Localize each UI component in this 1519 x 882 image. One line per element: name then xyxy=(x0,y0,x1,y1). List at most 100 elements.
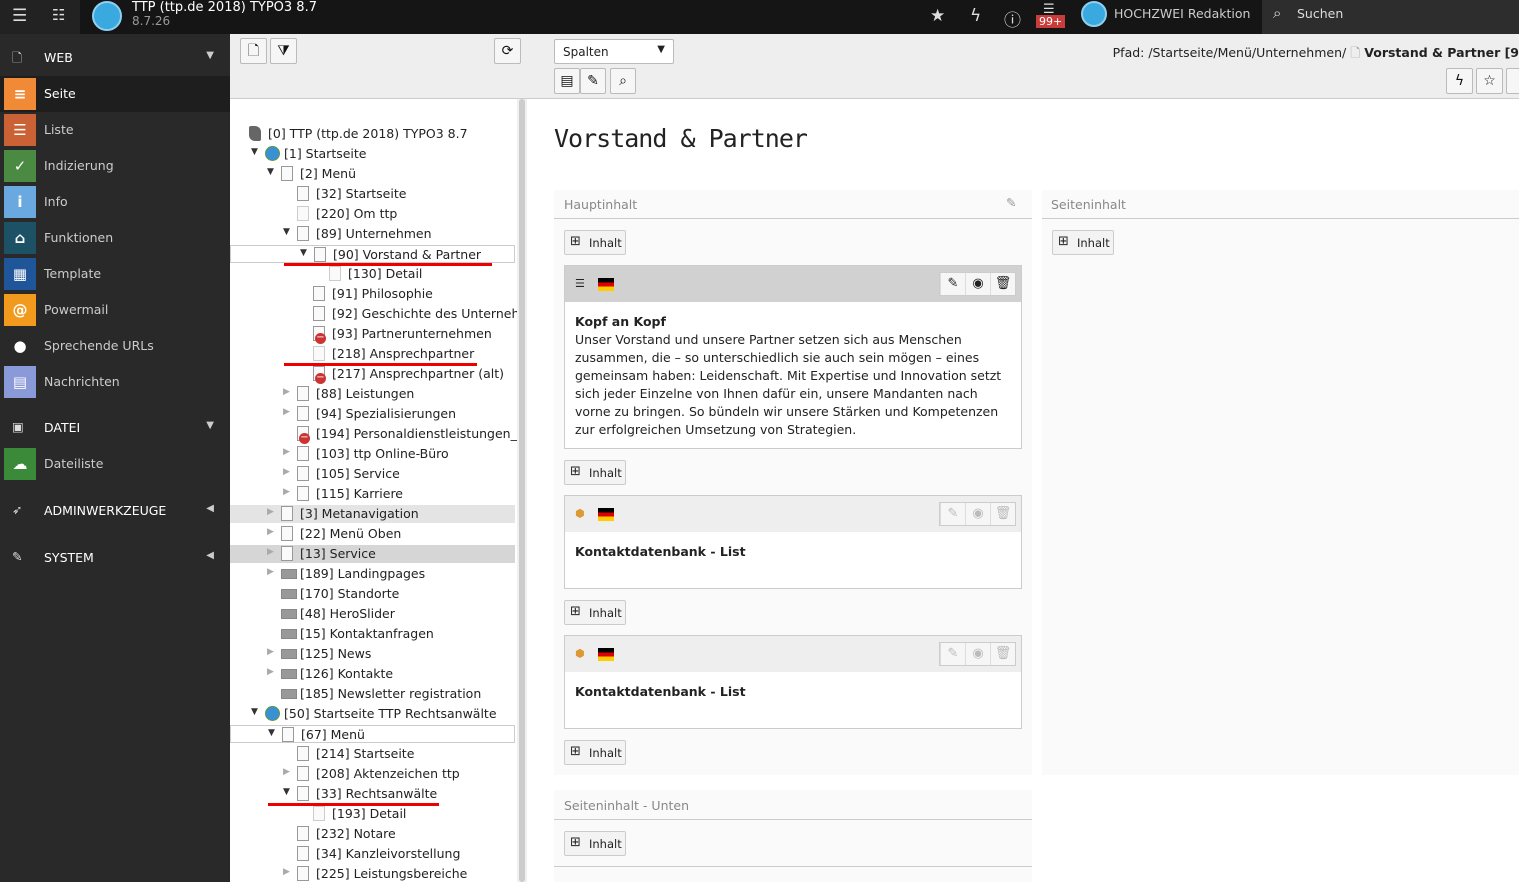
toggle-visibility-icon[interactable]: ◉ xyxy=(965,273,990,295)
tree-node[interactable]: [48] HeroSlider xyxy=(230,605,515,623)
view-page-button[interactable]: ▤ xyxy=(554,68,580,94)
tree-node[interactable]: ▶ [115] Karriere xyxy=(230,485,515,503)
expand-icon[interactable]: ▶ xyxy=(283,447,290,457)
tree-node[interactable]: [218] Ansprechpartner xyxy=(230,345,515,363)
collapse-icon[interactable]: ▼ xyxy=(283,787,290,797)
tree-node[interactable]: ▶ [3] Metanavigation xyxy=(230,505,515,523)
tree-node[interactable]: − [93] Partnerunternehmen xyxy=(230,325,515,344)
group-adminwerkzeuge[interactable]: ➶ ADMINWERKZEUGE ◀ xyxy=(0,491,230,531)
tree-node[interactable]: [193] Detail xyxy=(230,805,515,823)
help-icon[interactable]: ⓘ xyxy=(1004,6,1021,31)
shortcut-button[interactable]: ϟ xyxy=(1446,68,1473,94)
delete-icon[interactable]: 🗑 xyxy=(990,273,1015,295)
search-records-button[interactable]: ⌕ xyxy=(610,68,636,94)
module-powermail[interactable]: @ Powermail xyxy=(0,292,230,328)
tree-node[interactable]: ▶ [103] ttp Online-Büro xyxy=(230,445,515,463)
add-content-button[interactable]: ⊞ Inhalt xyxy=(564,600,626,625)
tree-node[interactable]: ▼ [33] Rechtsanwälte xyxy=(230,785,515,803)
tree-node[interactable]: [214] Startseite xyxy=(230,745,515,763)
menu-icon[interactable]: ☰ xyxy=(12,6,27,26)
expand-icon[interactable]: ▶ xyxy=(267,507,274,517)
tree-node[interactable]: ▶ [105] Service xyxy=(230,465,515,483)
tree-node[interactable]: [232] Notare xyxy=(230,825,515,843)
tree-node[interactable]: ▶ [125] News xyxy=(230,645,515,663)
module-nachrichten[interactable]: ▤ Nachrichten xyxy=(0,364,230,400)
module-sprechende-urls[interactable]: ● Sprechende URLs xyxy=(0,328,230,364)
tree-node[interactable]: ▶ [189] Landingpages xyxy=(230,565,515,583)
delete-icon[interactable]: 🗑 xyxy=(990,643,1015,665)
module-funktionen[interactable]: ⌂ Funktionen xyxy=(0,220,230,256)
refresh-tree-button[interactable]: ⟳ xyxy=(494,38,521,64)
toggle-visibility-icon[interactable]: ◉ xyxy=(965,503,990,525)
add-content-button[interactable]: ⊞ Inhalt xyxy=(1052,230,1114,255)
expand-icon[interactable]: ▶ xyxy=(267,547,274,557)
group-web[interactable]: 🗋 WEB ▼ xyxy=(0,38,230,78)
module-seite[interactable]: ≡ Seite xyxy=(0,76,230,112)
add-content-button[interactable]: ⊞ Inhalt xyxy=(564,831,626,856)
more-button[interactable] xyxy=(1506,68,1519,94)
tree-node[interactable]: − [194] Personaldienstleistungen_a xyxy=(230,425,525,444)
tree-node[interactable]: [130] Detail xyxy=(230,265,515,283)
module-info[interactable]: i Info xyxy=(0,184,230,220)
bookmark-star-icon[interactable]: ★ xyxy=(930,6,945,26)
group-datei[interactable]: ▣ DATEI ▼ xyxy=(0,408,230,448)
tree-node[interactable]: [32] Startseite xyxy=(230,185,515,203)
module-template[interactable]: ▦ Template xyxy=(0,256,230,292)
add-content-button[interactable]: ⊞ Inhalt xyxy=(564,740,626,765)
tree-node[interactable]: ▼ [90] Vorstand & Partner xyxy=(230,245,515,263)
bookmark-button[interactable]: ☆ xyxy=(1476,68,1503,94)
search-button[interactable]: ⌕ Suchen xyxy=(1262,0,1519,34)
tree-node[interactable]: ▶ [208] Aktenzeichen ttp xyxy=(230,765,515,783)
collapse-icon[interactable]: ▼ xyxy=(283,227,290,237)
expand-icon[interactable]: ▶ xyxy=(267,527,274,537)
collapse-icon[interactable]: ▼ xyxy=(267,167,274,177)
collapse-icon[interactable]: ▼ xyxy=(300,248,307,258)
tree-node[interactable]: ▼ [1] Startseite xyxy=(230,145,515,163)
user-menu[interactable]: HOCHZWEI Redaktion xyxy=(1114,6,1250,21)
tree-node[interactable]: [92] Geschichte des Unternehi xyxy=(230,305,523,323)
module-indizierung[interactable]: ✓ Indizierung xyxy=(0,148,230,184)
expand-icon[interactable]: ▶ xyxy=(283,867,290,877)
tree-node[interactable]: [15] Kontaktanfragen xyxy=(230,625,515,643)
expand-icon[interactable]: ▶ xyxy=(283,467,290,477)
tree-node[interactable]: ▶ [94] Spezialisierungen xyxy=(230,405,515,423)
edit-page-button[interactable]: ✎ xyxy=(580,68,606,94)
tree-scrollbar[interactable] xyxy=(517,99,527,882)
tree-node[interactable]: ▼ [67] Menü xyxy=(230,725,515,743)
module-dateiliste[interactable]: ☁ Dateiliste xyxy=(0,446,230,482)
tree-node[interactable]: ▼ [50] Startseite TTP Rechtsanwälte xyxy=(230,705,515,723)
tree-node[interactable]: ▶ [13] Service xyxy=(230,545,515,563)
add-content-button[interactable]: ⊞ Inhalt xyxy=(564,230,626,255)
tree-node[interactable]: [185] Newsletter registration xyxy=(230,685,515,703)
expand-icon[interactable]: ▶ xyxy=(283,767,290,777)
group-system[interactable]: ✎ SYSTEM ◀ xyxy=(0,538,230,578)
expand-icon[interactable]: ▶ xyxy=(267,567,274,577)
tree-node[interactable]: ▶ [88] Leistungen xyxy=(230,385,515,403)
tree-node[interactable]: [220] Om ttp xyxy=(230,205,515,223)
tree-node[interactable]: ▶ [225] Leistungsbereiche xyxy=(230,865,515,882)
tree-node[interactable]: ▼ [89] Unternehmen xyxy=(230,225,515,243)
expand-icon[interactable]: ▶ xyxy=(283,387,290,397)
expand-icon[interactable]: ▶ xyxy=(283,407,290,417)
module-liste[interactable]: ☰ Liste xyxy=(0,112,230,148)
tree-node[interactable]: ▶ [126] Kontakte xyxy=(230,665,515,683)
expand-icon[interactable]: ▶ xyxy=(267,647,274,657)
add-content-button[interactable]: ⊞ Inhalt xyxy=(564,460,626,485)
edit-icon[interactable]: ✎ xyxy=(940,503,965,525)
new-page-button[interactable]: 🗋 xyxy=(240,38,267,64)
edit-column-icon[interactable]: ✎ xyxy=(1006,195,1016,210)
site-logo[interactable] xyxy=(92,1,122,31)
toggle-visibility-icon[interactable]: ◉ xyxy=(965,643,990,665)
collapse-icon[interactable]: ▼ xyxy=(251,707,258,717)
delete-icon[interactable]: 🗑 xyxy=(990,503,1015,525)
tree-node[interactable]: [34] Kanzleivorstellung xyxy=(230,845,515,863)
flash-icon[interactable]: ϟ xyxy=(970,6,981,26)
tree-node[interactable]: [0] TTP (ttp.de 2018) TYPO3 8.7 xyxy=(230,125,515,143)
avatar[interactable] xyxy=(1081,1,1107,27)
view-select[interactable]: Spalten ▼ xyxy=(554,39,674,64)
tree-node[interactable]: [91] Philosophie xyxy=(230,285,515,303)
filter-button[interactable]: ⧩ xyxy=(270,38,297,64)
tree-node[interactable]: − [217] Ansprechpartner (alt) xyxy=(230,365,515,384)
collapse-icon[interactable]: ▼ xyxy=(268,728,275,738)
tree-node[interactable]: ▼ [2] Menü xyxy=(230,165,515,183)
